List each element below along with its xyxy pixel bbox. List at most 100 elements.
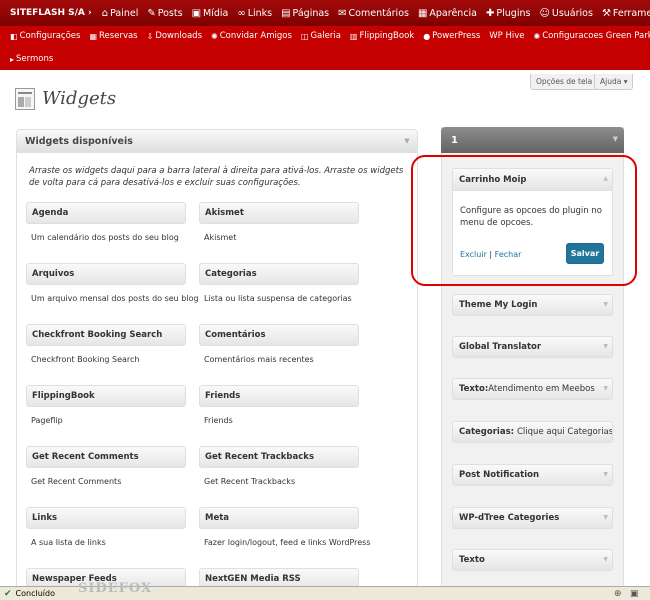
widget-links[interactable]: Links (26, 507, 186, 529)
menu-convidar-amigos[interactable]: ✺ Convidar Amigos (211, 31, 292, 41)
expand-arrow-icon[interactable]: ▼ (603, 343, 608, 350)
collapse-arrow-icon[interactable]: ▼ (401, 135, 413, 147)
settings-icon: ◧ (10, 31, 18, 41)
status-text: Concluído (15, 589, 55, 598)
menu-midia[interactable]: ▣ Mídia (192, 8, 229, 19)
menu-plugins[interactable]: ✚ Plugins (486, 8, 530, 19)
menu-wp-hive[interactable]: WP Hive (489, 31, 524, 41)
widget-title: Theme My Login (459, 300, 538, 310)
expand-arrow-icon[interactable]: ▼ (603, 514, 608, 521)
menu-label: Mídia (203, 7, 229, 19)
widget-description: Um calendário dos posts do seu blog (31, 233, 179, 242)
menu-usuarios[interactable]: ☺ Usuários (539, 8, 593, 19)
widget-comentarios[interactable]: Comentários (199, 324, 359, 346)
sidebar-widget-global-translator[interactable]: Global Translator ▼ (452, 336, 613, 358)
plugin-icon: ✚ (486, 7, 495, 19)
menu-flippingbook[interactable]: ▥ FlippingBook (350, 31, 414, 41)
widget-arquivos[interactable]: Arquivos (26, 263, 186, 285)
widget-subtitle: Atendimento em Meebos (488, 384, 595, 394)
menu-paginas[interactable]: ▤ Páginas (281, 8, 329, 19)
widget-description: Get Recent Trackbacks (204, 477, 296, 486)
sidebar-widget-texto[interactable]: Texto ▼ (452, 549, 613, 571)
admin-top-bar: SITEFLASH S/A › ⌂ Painel ✎ Posts ▣ Mídia ∞ L… (0, 0, 650, 26)
widget-title: Texto: (459, 384, 489, 394)
gear-icon: ✺ (533, 31, 541, 41)
sidebar-widget-theme-my-login[interactable]: Theme My Login ▼ (452, 294, 613, 316)
menu-label: Galeria (310, 31, 341, 41)
widget-flippingbook[interactable]: FlippingBook (26, 385, 186, 407)
widget-description: Um arquivo mensal dos posts do seu blog (31, 294, 199, 303)
expand-arrow-icon[interactable]: ▼ (603, 385, 608, 392)
panel-description: Arraste os widgets daqui para a barra la… (29, 166, 404, 188)
widgets-icon (15, 88, 35, 110)
widget-agenda[interactable]: Agenda (26, 202, 186, 224)
users-icon: ☺ (539, 7, 550, 19)
page-title: Widgets (42, 88, 117, 109)
menu-downloads[interactable]: ⇩ Downloads (147, 31, 202, 41)
menu-label: Painel (110, 7, 139, 19)
menu-label: Configuracoes Green Park 2 (542, 31, 650, 41)
menu-powerpress[interactable]: ● PowerPress (423, 31, 480, 41)
expand-arrow-icon[interactable]: ▼ (603, 301, 608, 308)
plugin-menu-bar: ◧ Configurações ▦ Reservas ⇩ Downloads ✺ Con… (0, 26, 650, 70)
widget-description: Get Recent Comments (31, 477, 122, 486)
appearance-icon: ▦ (417, 7, 428, 19)
site-name-link[interactable]: SITEFLASH S/A › (10, 8, 92, 18)
widget-recent-comments[interactable]: Get Recent Comments (26, 446, 186, 468)
collapse-arrow-icon[interactable]: ▼ (613, 135, 618, 143)
expand-arrow-icon[interactable]: ▼ (603, 471, 608, 478)
sidebar-widget-categorias[interactable]: Categorias: Clique aqui Categorias ▼ (452, 421, 613, 443)
security-icon: ⊕ (614, 588, 622, 599)
sidebar-widget-wp-dtree[interactable]: WP-dTree Categories ▼ (452, 507, 613, 529)
gallery-icon: ◫ (300, 31, 309, 41)
highlight-annotation (411, 155, 637, 286)
menu-label: Plugins (496, 7, 531, 19)
widget-subtitle: Clique aqui Categorias (517, 427, 613, 437)
menu-painel[interactable]: ⌂ Painel (102, 8, 139, 19)
powerpress-icon: ● (423, 31, 431, 41)
sidebar-widget-post-notification[interactable]: Post Notification ▼ (452, 464, 613, 486)
widget-description: A sua lista de links (31, 538, 106, 547)
widget-categorias[interactable]: Categorias (199, 263, 359, 285)
widget-description: Akismet (204, 233, 237, 242)
widget-description: Checkfront Booking Search (31, 355, 140, 364)
sidebar-header[interactable]: 1 ▼ (441, 127, 624, 153)
menu-sermons[interactable]: ▸ Sermons (10, 54, 53, 64)
menu-label: Aparência (429, 7, 478, 19)
menu-label: PowerPress (432, 31, 481, 41)
menu-aparencia[interactable]: ▦ Aparência (418, 8, 477, 19)
sidebar-widget-texto-meebos[interactable]: Texto: Atendimento em Meebos ▼ (452, 378, 613, 400)
menu-green-park[interactable]: ✺ Configuracoes Green Park 2 (534, 31, 650, 41)
menu-comentarios[interactable]: ✉ Comentários (338, 8, 409, 19)
book-icon: ▥ (349, 31, 358, 41)
available-widgets-panel: Widgets disponíveis ▼ Arraste os widgets… (16, 129, 418, 599)
help-tab[interactable]: Ajuda ▾ (594, 74, 634, 90)
menu-label: Sermons (16, 54, 54, 64)
watermark-logo: SIDEFOX (78, 581, 153, 596)
widget-title: Texto (459, 555, 485, 565)
menu-label: Comentários (348, 7, 409, 19)
menu-links[interactable]: ∞ Links (237, 8, 272, 19)
widget-checkfront[interactable]: Checkfront Booking Search (26, 324, 186, 346)
expand-arrow-icon[interactable]: ▼ (603, 556, 608, 563)
menu-posts[interactable]: ✎ Posts (147, 8, 182, 19)
home-icon: ⌂ (101, 7, 109, 19)
menu-galeria[interactable]: ◫ Galeria (301, 31, 341, 41)
widget-recent-trackbacks[interactable]: Get Recent Trackbacks (199, 446, 359, 468)
zoom-icon[interactable]: ▣ (630, 589, 639, 599)
widget-meta[interactable]: Meta (199, 507, 359, 529)
comment-icon: ✉ (338, 7, 347, 19)
widget-description: Fazer login/logout, feed e links WordPre… (204, 538, 371, 547)
menu-label: Páginas (292, 7, 330, 19)
tools-icon: ⚒ (601, 7, 611, 19)
done-icon: ✔ (4, 588, 12, 599)
widget-friends[interactable]: Friends (199, 385, 359, 407)
menu-label: Convidar Amigos (219, 31, 292, 41)
menu-reservas[interactable]: ▦ Reservas (89, 31, 137, 41)
expand-arrow-icon[interactable]: ▼ (603, 428, 608, 435)
menu-configuracoes[interactable]: ◧ Configurações (10, 31, 80, 41)
widget-akismet[interactable]: Akismet (199, 202, 359, 224)
panel-header[interactable]: Widgets disponíveis ▼ (17, 130, 417, 153)
menu-label: Configurações (19, 31, 81, 41)
menu-ferramentas[interactable]: ⚒Ferramentas (602, 8, 650, 19)
